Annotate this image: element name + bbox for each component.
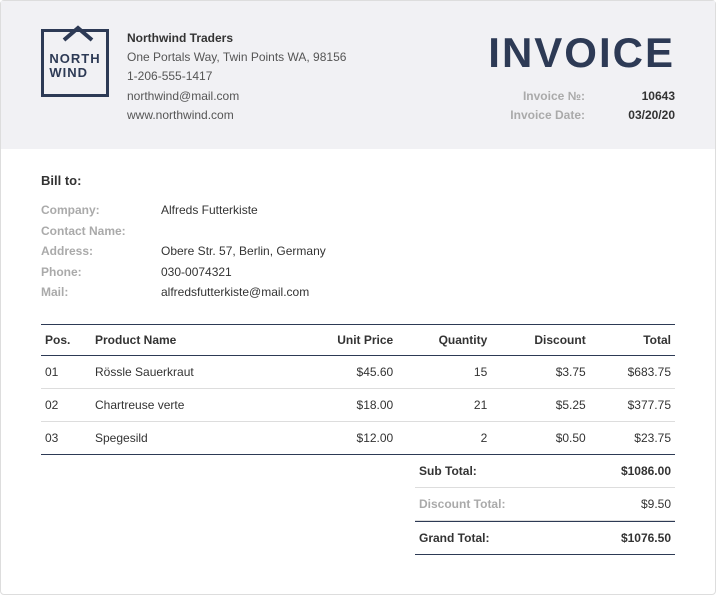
company-email: northwind@mail.com [127,87,346,106]
header-left: NORTH WIND Northwind Traders One Portals… [41,29,346,125]
meta-invoice-no: Invoice №: 10643 [488,87,675,106]
cell-discount: $3.75 [491,356,589,389]
grand-total-row: Grand Total: $1076.50 [415,521,675,555]
invoice-body: Bill to: Company: Alfreds Futterkiste Co… [1,149,715,475]
discount-total-row: Discount Total: $9.50 [415,488,675,521]
grand-total-value: $1076.50 [621,531,671,545]
company-name: Northwind Traders [127,29,346,48]
company-website: www.northwind.com [127,106,346,125]
chevron-up-icon [60,22,96,44]
cell-discount: $5.25 [491,389,589,422]
billto-company-value: Alfreds Futterkiste [161,200,258,220]
meta-invoice-date: Invoice Date: 03/20/20 [488,106,675,125]
billto-address-row: Address: Obere Str. 57, Berlin, Germany [41,241,675,261]
subtotal-row: Sub Total: $1086.00 [415,455,675,488]
invoice-header: NORTH WIND Northwind Traders One Portals… [1,1,715,149]
cell-qty: 15 [397,356,491,389]
header-right: INVOICE Invoice №: 10643 Invoice Date: 0… [488,29,675,125]
invoice-title: INVOICE [488,29,675,77]
items-table: Pos. Product Name Unit Price Quantity Di… [41,324,675,455]
cell-pos: 01 [41,356,91,389]
grand-total-label: Grand Total: [419,531,489,545]
col-pos: Pos. [41,325,91,356]
billto-mail-row: Mail: alfredsfutterkiste@mail.com [41,282,675,302]
cell-name: Chartreuse verte [91,389,291,422]
col-name: Product Name [91,325,291,356]
billto-address-label: Address: [41,241,161,261]
cell-name: Rössle Sauerkraut [91,356,291,389]
billto-mail-value: alfredsfutterkiste@mail.com [161,282,309,302]
billto-mail-label: Mail: [41,282,161,302]
billto-contact-label: Contact Name: [41,221,161,241]
table-row: 03Spegesild$12.002$0.50$23.75 [41,422,675,455]
col-total: Total [590,325,675,356]
cell-qty: 2 [397,422,491,455]
table-row: 02Chartreuse verte$18.0021$5.25$377.75 [41,389,675,422]
cell-total: $23.75 [590,422,675,455]
cell-pos: 03 [41,422,91,455]
subtotal-label: Sub Total: [419,464,477,478]
table-row: 01Rössle Sauerkraut$45.6015$3.75$683.75 [41,356,675,389]
invoice-no-value: 10643 [615,87,675,106]
billto-phone-value: 030-0074321 [161,262,232,282]
cell-total: $377.75 [590,389,675,422]
subtotal-value: $1086.00 [621,464,671,478]
billto-title: Bill to: [41,173,675,188]
billto-contact-row: Contact Name: [41,221,675,241]
invoice-date-value: 03/20/20 [615,106,675,125]
col-unitprice: Unit Price [291,325,397,356]
billto-block: Company: Alfreds Futterkiste Contact Nam… [41,200,675,302]
company-phone: 1-206-555-1417 [127,67,346,86]
col-qty: Quantity [397,325,491,356]
billto-phone-row: Phone: 030-0074321 [41,262,675,282]
company-address: One Portals Way, Twin Points WA, 98156 [127,48,346,67]
table-header-row: Pos. Product Name Unit Price Quantity Di… [41,325,675,356]
cell-qty: 21 [397,389,491,422]
cell-unitprice: $18.00 [291,389,397,422]
logo-line2: WIND [49,66,100,80]
billto-address-value: Obere Str. 57, Berlin, Germany [161,241,326,261]
logo: NORTH WIND [41,29,109,97]
discount-total-value: $9.50 [641,497,671,511]
invoice-date-label: Invoice Date: [495,106,585,125]
cell-unitprice: $12.00 [291,422,397,455]
logo-text: NORTH WIND [49,52,100,81]
totals-block: Sub Total: $1086.00 Discount Total: $9.5… [415,455,675,555]
invoice-no-label: Invoice №: [495,87,585,106]
billto-company-label: Company: [41,200,161,220]
cell-unitprice: $45.60 [291,356,397,389]
discount-total-label: Discount Total: [419,497,505,511]
logo-line1: NORTH [49,52,100,66]
company-details: Northwind Traders One Portals Way, Twin … [127,29,346,125]
cell-name: Spegesild [91,422,291,455]
cell-discount: $0.50 [491,422,589,455]
cell-total: $683.75 [590,356,675,389]
billto-company-row: Company: Alfreds Futterkiste [41,200,675,220]
billto-phone-label: Phone: [41,262,161,282]
cell-pos: 02 [41,389,91,422]
col-discount: Discount [491,325,589,356]
